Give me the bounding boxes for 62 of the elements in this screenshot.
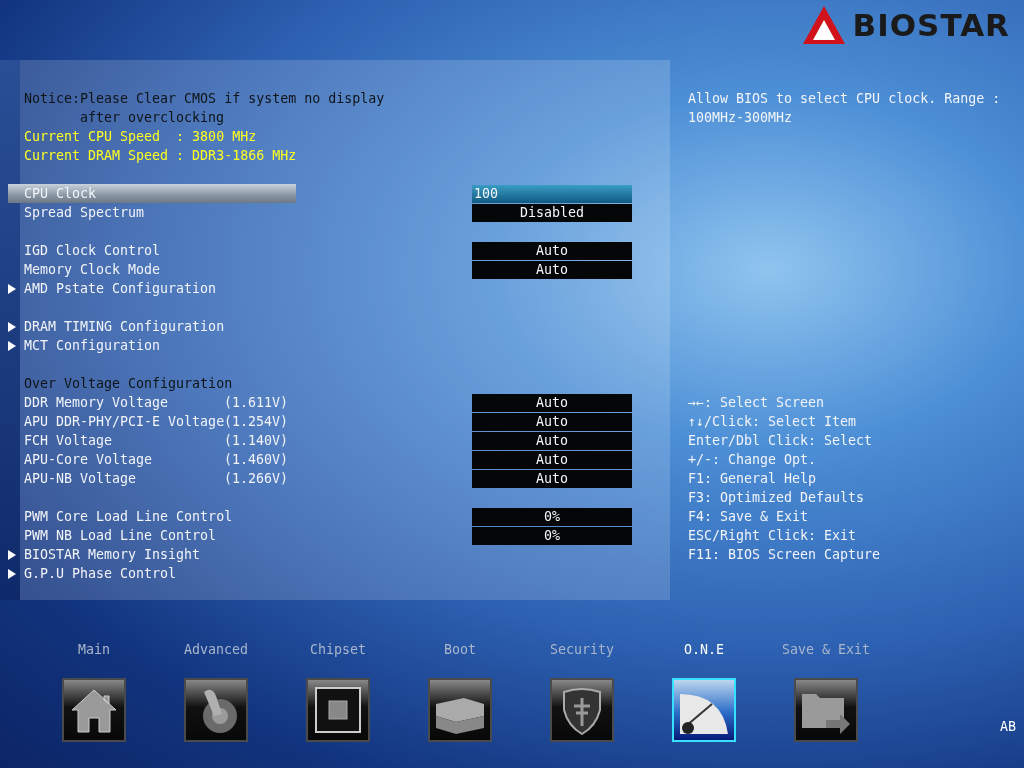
setting-label: FCH Voltage (24, 432, 114, 450)
value-field[interactable]: Auto (472, 450, 632, 469)
value-field[interactable]: Disabled (472, 203, 632, 222)
setting-label: PWM NB Load Line Control (24, 527, 217, 545)
voltage-reading: (1.611V) (224, 394, 289, 412)
info-text: Current DRAM Speed : DDR3-1866 MHz (24, 147, 297, 165)
value-field[interactable]: Auto (472, 469, 632, 488)
key-hint: F4: Save & Exit (688, 508, 809, 526)
notice-text: Notice:Please Clear CMOS if system no display (24, 90, 385, 108)
info-text: Current CPU Speed : 3800 MHz (24, 128, 257, 146)
setting-label: CPU Clock (24, 185, 97, 203)
value-field[interactable]: Auto (472, 431, 632, 450)
notice-text: after overclocking (80, 109, 225, 127)
triangle-icon (8, 568, 16, 579)
help-text: Allow BIOS to select CPU clock. Range : 100MHz-300MHz (688, 90, 1002, 127)
key-hint: ↑↓/Click: Select Item (688, 413, 857, 431)
status-text: AB (1000, 719, 1016, 734)
submenu-item[interactable]: DRAM TIMING Configuration (8, 317, 225, 336)
submenu-item[interactable]: BIOSTAR Memory Insight (8, 545, 201, 564)
key-hint: ESC/Right Click: Exit (688, 527, 857, 545)
triangle-icon (8, 321, 16, 332)
value-field[interactable]: Auto (472, 260, 632, 279)
voltage-reading: (1.254V) (224, 413, 289, 431)
group-heading: Over Voltage Configuration (24, 375, 233, 393)
setting-label: IGD Clock Control (24, 242, 161, 260)
key-hint: +/-: Change Opt. (688, 451, 817, 469)
menu-tab[interactable]: Advanced (166, 641, 266, 768)
value-field[interactable]: Auto (472, 393, 632, 412)
setting-label: Spread Spectrum (24, 204, 145, 222)
setting-label: Memory Clock Mode (24, 261, 161, 279)
logo-triangle-icon (800, 4, 847, 46)
key-hint: Enter/Dbl Click: Select (688, 432, 873, 450)
value-field[interactable]: 0% (472, 507, 632, 526)
setting-label: DDR Memory Voltage (24, 394, 170, 412)
menu-tab[interactable]: Main (44, 641, 144, 768)
setting-label: APU DDR-PHY/PCI-E Voltage (24, 413, 224, 431)
voltage-reading: (1.460V) (224, 451, 289, 469)
submenu-item[interactable]: AMD Pstate Configuration (8, 279, 217, 298)
submenu-item[interactable]: G.P.U Phase Control (8, 564, 177, 583)
key-hint: F3: Optimized Defaults (688, 489, 865, 507)
menu-tab[interactable]: Chipset (288, 641, 388, 768)
submenu-item[interactable]: MCT Configuration (8, 336, 161, 355)
voltage-reading: (1.140V) (224, 432, 289, 450)
voltage-reading: (1.266V) (224, 470, 289, 488)
value-field[interactable]: Auto (472, 412, 632, 431)
value-field[interactable]: 100 (472, 184, 632, 203)
value-field[interactable]: 0% (472, 526, 632, 545)
chip-icon (312, 684, 364, 736)
value-field[interactable]: Auto (472, 241, 632, 260)
setting-label: APU-NB Voltage (24, 470, 138, 488)
key-hint: →←: Select Screen (688, 394, 825, 412)
menu-tab[interactable]: Boot (410, 641, 510, 768)
setting-label: APU-Core Voltage (24, 451, 154, 469)
triangle-icon (8, 340, 16, 351)
triangle-icon (8, 549, 16, 560)
menu-tab[interactable]: O.N.E (654, 641, 754, 768)
triangle-icon (8, 283, 16, 294)
menu-tab[interactable]: Security (532, 641, 632, 768)
key-hint: F11: BIOS Screen Capture (688, 546, 881, 564)
key-hint: F1: General Help (688, 470, 817, 488)
setting-label: PWM Core Load Line Control (24, 508, 233, 526)
logo-text: BIOSTAR (852, 7, 1010, 43)
